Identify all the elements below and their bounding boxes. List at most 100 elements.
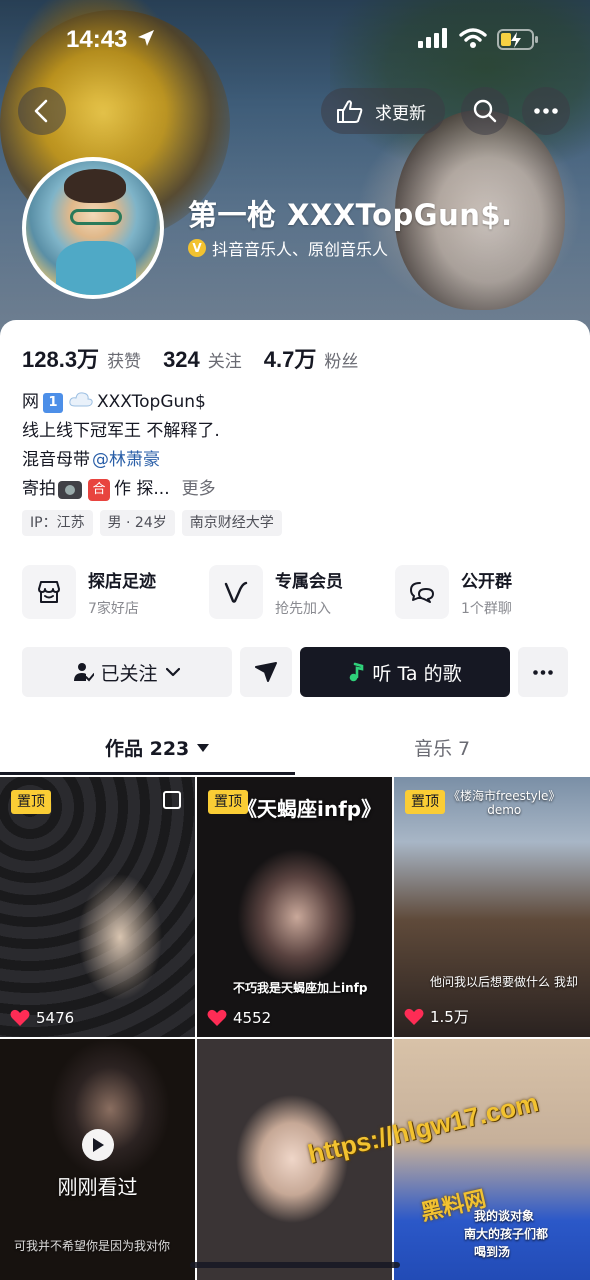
video-tile-5[interactable]: 1068 [197,1039,392,1280]
tag-ip: IP：江苏 [22,510,93,536]
listen-songs-button[interactable]: 听 Ta 的歌 [300,647,510,697]
video-caption-3: 喝到汤 [474,1245,511,1259]
tab-active-indicator [0,772,295,775]
chevron-down-icon [165,667,180,677]
home-indicator[interactable] [190,1262,400,1268]
video-caption: 不巧我是天蝎座加上infp [233,981,368,995]
bio-line-2: 线上线下冠军王 不解释了. [22,421,220,441]
video-tile-3[interactable]: 《楼海市freestyle》 demo 置顶 他问我以后想要做什么 我却 1.5… [394,777,590,1037]
bio-line-4-text: 作 探... [114,479,170,499]
feature-group-chat[interactable]: 公开群 1个群聊 [395,564,512,620]
play-icon [81,1129,114,1161]
video-overlay-title: 《天蝎座infp》 [237,797,382,821]
heart-icon [10,1009,30,1026]
bio-more-link[interactable]: 更多 [182,475,216,504]
multi-image-icon [163,791,181,809]
video-tile-1[interactable]: 置顶 5476 [0,777,195,1037]
shop-icon [22,565,76,619]
music-note-icon [350,662,364,682]
content-tabs: 作品 223 音乐 7 [0,720,590,776]
video-caption: 他问我以后想要做什么 我却 [430,975,578,989]
wifi-icon [459,27,487,53]
video-tile-6[interactable]: 我的谈对象 南大的孩子们都 喝到汤 1077 [394,1039,590,1280]
bio-mention-link[interactable]: @林萧豪 [92,446,160,475]
more-actions-button[interactable] [518,647,568,697]
pinned-badge: 置顶 [11,790,51,814]
feature-shop-title: 探店足迹 [88,571,156,592]
like-count-value: 1.5万 [430,1008,469,1026]
video-caption-2: 南大的孩子们都 [464,1227,549,1241]
profile-panel: 128.3万 获赞 324 关注 4.7万 粉丝 网 1 XXXTopGun$ … [0,320,590,1280]
pinned-badge: 置顶 [405,790,445,814]
avatar[interactable] [22,157,164,299]
more-options-button[interactable] [522,87,570,135]
video-caption: 可我并不希望你是因为我对你 [14,1239,171,1253]
following-label: 已关注 [100,662,158,685]
request-update-label: 求更新 [375,103,426,124]
cloud-icon [69,388,93,417]
bio-line-1-text: XXXTopGun$ [97,392,206,412]
share-send-button[interactable] [240,647,292,697]
stat-following-label: 关注 [207,352,242,372]
video-overlay-title: 《楼海市freestyle》 demo [448,789,561,817]
heart-icon [404,1008,424,1025]
feature-shop-visits[interactable]: 探店足迹 7家好店 [22,564,156,620]
stat-likes-value: 128.3万 [22,347,100,372]
feature-membership-title: 专属会员 [275,571,343,592]
back-button[interactable] [18,87,66,135]
recently-watched-overlay: 刚刚看过 [0,1129,195,1200]
request-update-button[interactable]: 求更新 [321,88,445,134]
action-buttons: 已关注 听 Ta 的歌 [22,647,568,697]
bio-line-1-prefix: 网 [22,392,39,412]
stat-likes[interactable]: 128.3万 获赞 [22,342,141,374]
feature-group-title: 公开群 [461,571,512,592]
profile-display-name: 第一枪 XXXTopGun$. [188,198,513,232]
caret-down-icon [197,743,210,752]
following-button[interactable]: 已关注 [22,647,232,697]
stats-row: 128.3万 获赞 324 关注 4.7万 粉丝 [22,342,380,374]
location-arrow-icon [136,28,156,52]
like-count: 5476 [10,1009,74,1027]
video-tile-4[interactable]: 刚刚看过 可我并不希望你是因为我对你 212 [0,1039,195,1280]
more-dots-icon [533,669,553,675]
video-tile-2[interactable]: 《天蝎座infp》 置顶 不巧我是天蝎座加上infp 4552 [197,777,392,1037]
tab-works-label: 作品 223 [105,738,190,760]
stat-following-value: 324 [163,347,200,372]
verification-row[interactable]: V 抖音音乐人、原创音乐人 [188,236,388,260]
feature-cards: 探店足迹 7家好店 专属会员 抢先加入 公开群 1个群聊 [22,564,582,620]
like-count-value: 5476 [36,1009,75,1027]
tag-school[interactable]: 南京财经大学 [181,510,282,536]
search-icon [473,99,497,123]
cooperation-badge-icon: 合 [88,478,110,501]
video-grid: 置顶 5476 《天蝎座infp》 置顶 不巧我是天蝎座加上infp 4552 … [0,777,590,1280]
tab-works[interactable]: 作品 223 [105,734,210,761]
feature-membership[interactable]: 专属会员 抢先加入 [209,564,343,620]
pinned-badge: 置顶 [208,790,248,814]
search-button[interactable] [461,87,509,135]
tab-music[interactable]: 音乐 7 [414,734,470,761]
heart-icon [207,1009,227,1026]
status-bar: 14:43 [0,22,590,58]
keycap-one-icon: 1 [43,392,63,413]
cellular-signal-icon [418,28,450,52]
bio-line-4-prefix: 寄拍 [22,479,56,499]
send-triangle-icon [255,662,277,682]
camera-icon [58,480,82,499]
bio-line-3-text: 混音母带 [22,450,90,470]
battery-charging-icon [497,29,539,55]
profile-tags: IP：江苏 男 · 24岁 南京财经大学 [22,510,289,536]
like-count: 1.5万 [404,1006,469,1027]
listen-songs-label: 听 Ta 的歌 [372,662,462,685]
feature-group-subtitle: 1个群聊 [461,600,512,617]
bio-line-4: 寄拍 合 作 探... 更多 [22,475,220,504]
stat-followers[interactable]: 4.7万 粉丝 [264,342,359,374]
verified-musician-icon: V [188,239,206,257]
status-time: 14:43 [66,26,128,53]
more-dots-icon [534,108,558,114]
group-chat-icon [395,565,449,619]
like-count: 4552 [207,1009,271,1027]
member-v-icon [209,565,263,619]
stat-following[interactable]: 324 关注 [163,347,242,373]
recently-watched-label: 刚刚看过 [57,1175,138,1199]
feature-membership-subtitle: 抢先加入 [275,600,331,617]
